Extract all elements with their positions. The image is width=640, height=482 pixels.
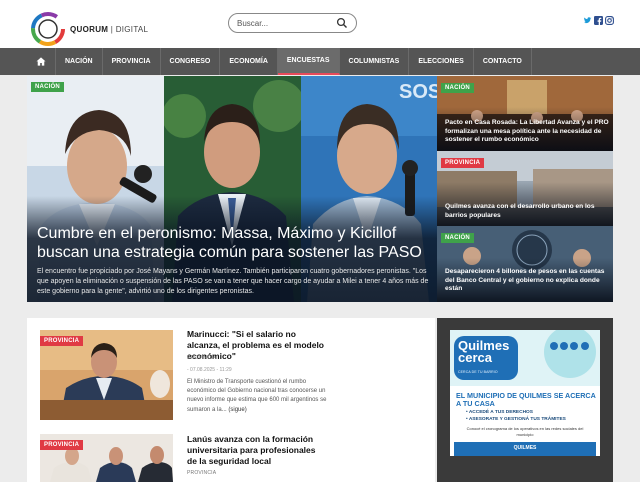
ad-bullet-1: • ACCEDÉ A TUS DERECHOS <box>466 410 533 415</box>
main-nav: NACIÓN PROVINCIA CONGRESO ECONOMÍA ENCUE… <box>0 48 640 75</box>
article-2-category[interactable]: PROVINCIA <box>187 470 216 476</box>
nav-provincia[interactable]: PROVINCIA <box>103 48 161 75</box>
hero-title[interactable]: Cumbre en el peronismo: Massa, Máximo y … <box>37 224 429 262</box>
facebook-icon[interactable] <box>594 16 603 25</box>
quilmes-ad-banner[interactable]: Quilmes cerca CERCA DE TU BARRIO EL MUNI… <box>450 330 600 456</box>
ad-bullet-2: • ASESORATE Y GESTIONÁ TUS TRÁMITES <box>466 417 566 422</box>
side-story-1-title[interactable]: Pacto en Casa Rosada: La Libertad Avanza… <box>445 119 609 145</box>
social-links <box>584 16 614 28</box>
sidebar-ad: Quilmes cerca CERCA DE TU BARRIO EL MUNI… <box>437 318 613 482</box>
article-list: PROVINCIA Marinucci: "Si el salario no a… <box>27 318 333 482</box>
article-2-title[interactable]: Lanús avanza con la formación universita… <box>187 434 327 467</box>
article-1-badge[interactable]: PROVINCIA <box>40 336 84 346</box>
hero-summary: El encuentro fue propiciado por José May… <box>37 268 429 295</box>
side-story-2[interactable]: PROVINCIA Quilmes avanza con el desarrol… <box>437 151 613 226</box>
search-box <box>228 13 357 33</box>
site-header: QUORUM | DIGITAL <box>0 0 640 48</box>
article-1-image[interactable]: PROVINCIA <box>40 330 173 420</box>
article-1-read-more[interactable]: (sigue) <box>228 407 246 413</box>
nav-home[interactable] <box>27 48 56 75</box>
ad-tagline: CERCA DE TU BARRIO <box>458 370 498 374</box>
nav-columnistas[interactable]: COLUMNISTAS <box>340 48 410 75</box>
content-spacer <box>333 318 435 482</box>
side-story-1[interactable]: NACIÓN Pacto en Casa Rosada: La Libertad… <box>437 76 613 151</box>
side-story-3-title[interactable]: Desaparecieron 4 billones de pesos en la… <box>445 268 609 294</box>
logo-wordmark: QUORUM | DIGITAL <box>70 25 149 34</box>
hero-story[interactable]: SOS NACIÓN Cumbre en el peronismo: Massa… <box>27 76 437 302</box>
home-icon <box>36 57 46 66</box>
search-input[interactable] <box>237 17 337 30</box>
ad-title: EL MUNICIPIO DE QUILMES SE ACERCA A TU C… <box>456 391 596 408</box>
article-2-image[interactable]: PROVINCIA <box>40 434 173 482</box>
article-2-badge[interactable]: PROVINCIA <box>40 440 84 450</box>
ad-headline: Quilmes cerca <box>458 338 510 365</box>
nav-congreso[interactable]: CONGRESO <box>161 48 221 75</box>
nav-economia[interactable]: ECONOMÍA <box>220 48 278 75</box>
article-1-date: - 07.08.2025 - 11:29 <box>187 367 232 373</box>
nav-nacion[interactable]: NACIÓN <box>56 48 103 75</box>
nav-contacto[interactable]: CONTACTO <box>474 48 532 75</box>
instagram-icon[interactable] <box>605 16 614 25</box>
nav-elecciones[interactable]: ELECCIONES <box>409 48 474 75</box>
side-story-1-badge[interactable]: NACIÓN <box>441 83 474 93</box>
side-story-2-title[interactable]: Quilmes avanza con el desarrollo urbano … <box>445 203 609 220</box>
article-1-category[interactable]: PROVINCIA <box>187 355 216 361</box>
side-story-3-badge[interactable]: NACIÓN <box>441 233 474 243</box>
twitter-icon[interactable] <box>584 16 592 25</box>
logo-ring-icon <box>31 12 65 46</box>
search-icon[interactable] <box>336 17 348 29</box>
hero-badge[interactable]: NACIÓN <box>31 82 64 92</box>
article-1-summary: El Ministro de Transporte cuestionó el r… <box>187 379 327 413</box>
nav-encuestas[interactable]: ENCUESTAS <box>277 48 340 75</box>
side-story-2-badge[interactable]: PROVINCIA <box>441 158 485 168</box>
side-story-3[interactable]: NACIÓN Desaparecieron 4 billones de peso… <box>437 226 613 302</box>
ad-footer-logo: QUILMES <box>513 445 537 451</box>
ad-note: Conocé el cronograma de los operativos e… <box>466 426 584 437</box>
svg-text:SOS: SOS <box>399 81 437 103</box>
site-logo[interactable]: QUORUM | DIGITAL <box>30 11 160 47</box>
